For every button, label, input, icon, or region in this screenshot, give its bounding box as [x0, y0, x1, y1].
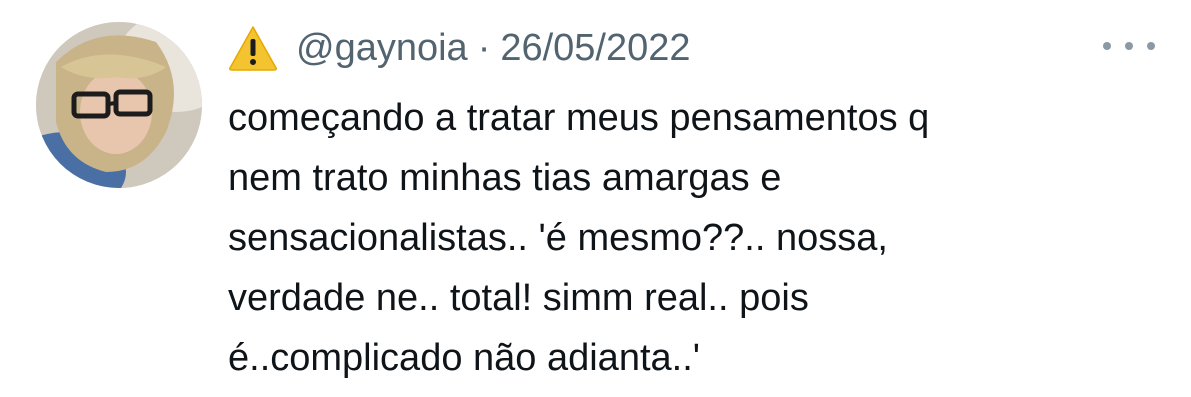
warning-icon	[228, 25, 278, 71]
avatar-image	[36, 22, 202, 188]
avatar[interactable]	[36, 22, 202, 188]
user-handle[interactable]: @gaynoia	[296, 20, 468, 76]
more-dot	[1103, 42, 1111, 50]
more-dot	[1147, 42, 1155, 50]
tweet: @gaynoia · 26/05/2022 começando a tratar…	[0, 0, 1191, 397]
more-dot	[1125, 42, 1133, 50]
tweet-date[interactable]: 26/05/2022	[500, 20, 690, 76]
more-horizontal-icon[interactable]	[1103, 36, 1155, 56]
separator-dot: ·	[477, 27, 491, 69]
tweet-header: @gaynoia · 26/05/2022	[228, 20, 691, 76]
tweet-text: começando a tratar meus pensamentos q ne…	[228, 97, 930, 379]
